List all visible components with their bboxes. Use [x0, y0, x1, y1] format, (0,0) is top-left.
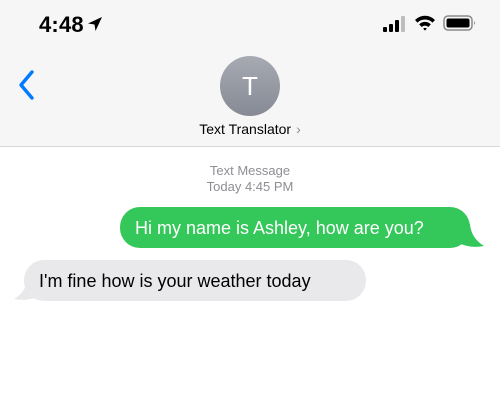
- contact-avatar[interactable]: T: [220, 56, 280, 116]
- chevron-right-icon: ›: [296, 121, 301, 137]
- cellular-signal-icon: [383, 16, 405, 32]
- sent-message-bubble[interactable]: Hi my name is Ashley, how are you?: [120, 207, 470, 248]
- location-arrow-icon: [88, 17, 102, 31]
- status-bar: 4:48: [0, 0, 500, 50]
- message-timestamp: Today 4:45 PM: [206, 179, 294, 194]
- status-time: 4:48: [39, 12, 84, 37]
- contact-name-button[interactable]: Text Translator ›: [0, 121, 500, 137]
- contact-name: Text Translator: [199, 121, 292, 137]
- received-message-bubble[interactable]: I'm fine how is your weather today: [24, 260, 366, 301]
- battery-icon: [443, 15, 475, 31]
- conversation-header: 4:48 T Text Translator ›: [0, 0, 500, 147]
- avatar-initial: T: [242, 70, 258, 101]
- thread-meta: Text Message Today 4:45 PM: [0, 163, 500, 195]
- wifi-icon: [415, 15, 435, 31]
- service-label: Text Message: [209, 163, 291, 178]
- message-text: Hi my name is Ashley, how are you?: [135, 217, 424, 238]
- message-text: I'm fine how is your weather today: [39, 270, 311, 291]
- back-button[interactable]: [16, 68, 42, 102]
